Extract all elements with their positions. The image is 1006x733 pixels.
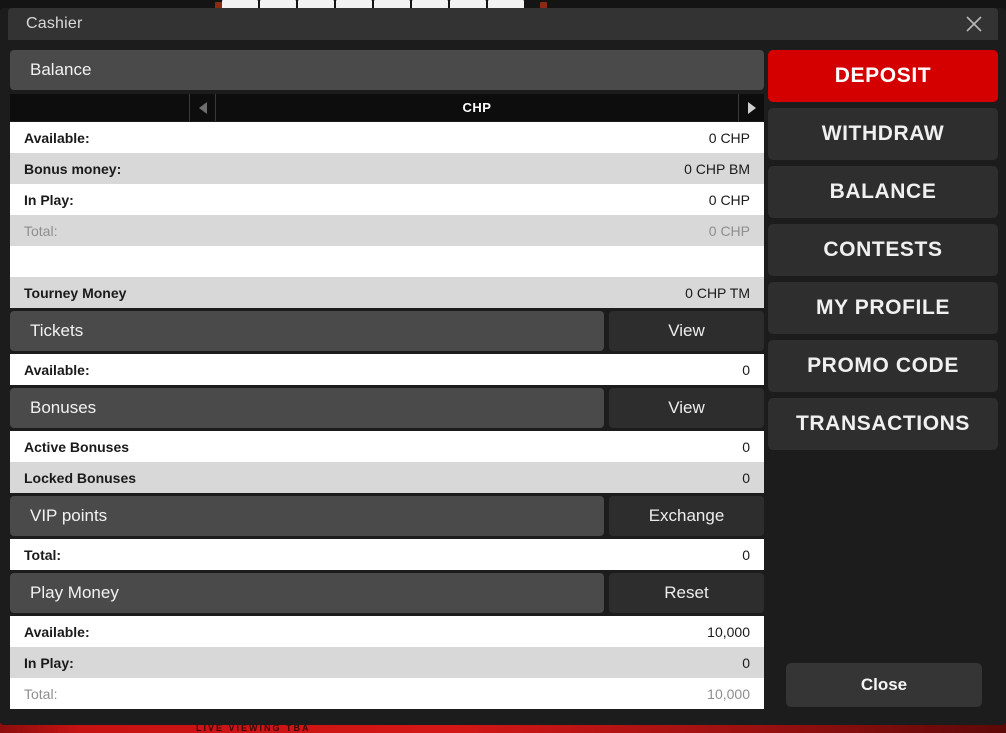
dialog-title: Cashier: [26, 15, 83, 32]
row-value: 0: [742, 361, 750, 378]
table-row: Available: 0: [10, 354, 764, 385]
cashier-sidebar: DEPOSIT WITHDRAW BALANCE CONTESTS MY PRO…: [768, 50, 998, 715]
row-label: Available:: [24, 129, 90, 146]
row-label: Active Bonuses: [24, 438, 130, 455]
play-money-rows: Available: 10,000 In Play: 0 Total: 10,0…: [10, 616, 764, 709]
section-header-play-money: Play Money Reset: [10, 573, 764, 613]
row-label: Bonus money:: [24, 160, 122, 177]
cashier-dialog: Cashier Balance CHP Available: 0 CHP Bon…: [0, 8, 1006, 725]
sidebar-item-contests[interactable]: CONTESTS: [768, 224, 998, 276]
sidebar-item-promo-code[interactable]: PROMO CODE: [768, 340, 998, 392]
row-label: Available:: [24, 623, 90, 640]
row-value: 0: [742, 438, 750, 455]
row-label: Total:: [24, 685, 58, 702]
row-value: 10,000: [707, 685, 750, 702]
dialog-body: Balance CHP Available: 0 CHP Bonus money…: [0, 40, 1006, 725]
sidebar-item-withdraw[interactable]: WITHDRAW: [768, 108, 998, 160]
table-row: Total: 0: [10, 539, 764, 570]
row-value: 0: [742, 654, 750, 671]
table-row: Available: 10,000: [10, 616, 764, 647]
table-row-spacer: [10, 246, 764, 277]
row-value: 10,000: [707, 623, 750, 640]
row-value: 0 CHP: [708, 222, 750, 239]
section-title-bonuses: Bonuses: [10, 388, 604, 428]
section-title-tickets: Tickets: [10, 311, 604, 351]
currency-selected-label: CHP: [216, 94, 738, 121]
row-label: Total:: [24, 546, 62, 563]
bonuses-view-button[interactable]: View: [609, 388, 764, 428]
table-row: In Play: 0 CHP: [10, 184, 764, 215]
sidebar-item-deposit[interactable]: DEPOSIT: [768, 50, 998, 102]
row-value: 0 CHP TM: [685, 284, 750, 301]
section-header-tickets: Tickets View: [10, 311, 764, 351]
triangle-left-icon: [198, 101, 207, 114]
row-value: 0 CHP: [708, 129, 750, 146]
sidebar-item-balance[interactable]: BALANCE: [768, 166, 998, 218]
row-value: 0 CHP BM: [684, 160, 750, 177]
row-value: 0: [742, 469, 750, 486]
vip-points-rows: Total: 0: [10, 539, 764, 570]
section-header-bonuses: Bonuses View: [10, 388, 764, 428]
section-header-balance: Balance: [10, 50, 764, 90]
close-x-icon[interactable]: [964, 14, 984, 34]
table-row: Locked Bonuses 0: [10, 462, 764, 493]
currency-selector[interactable]: CHP: [10, 94, 764, 121]
sidebar-item-my-profile[interactable]: MY PROFILE: [768, 282, 998, 334]
currency-selector-spacer: [10, 94, 190, 121]
row-label: In Play:: [24, 654, 74, 671]
table-row: Available: 0 CHP: [10, 122, 764, 153]
section-title-play-money: Play Money: [10, 573, 604, 613]
row-label: Total:: [24, 222, 58, 239]
vip-points-exchange-button[interactable]: Exchange: [609, 496, 764, 536]
tickets-view-button[interactable]: View: [609, 311, 764, 351]
tickets-rows: Available: 0: [10, 354, 764, 385]
table-row: Tourney Money 0 CHP TM: [10, 277, 764, 308]
table-row: Active Bonuses 0: [10, 431, 764, 462]
currency-next-button[interactable]: [738, 94, 764, 121]
section-header-vip-points: VIP points Exchange: [10, 496, 764, 536]
row-label: Available:: [24, 361, 90, 378]
row-value: 0 CHP: [708, 191, 750, 208]
table-row: Total: 0 CHP: [10, 215, 764, 246]
dialog-titlebar: Cashier: [8, 8, 998, 40]
balance-panel: Balance CHP Available: 0 CHP Bonus money…: [10, 50, 764, 715]
play-money-reset-button[interactable]: Reset: [609, 573, 764, 613]
row-label: In Play:: [24, 191, 74, 208]
balance-rows: Available: 0 CHP Bonus money: 0 CHP BM I…: [10, 122, 764, 308]
table-row: Bonus money: 0 CHP BM: [10, 153, 764, 184]
row-value: 0: [742, 546, 750, 563]
currency-prev-button[interactable]: [190, 94, 216, 121]
row-label: Tourney Money: [24, 284, 127, 301]
bonuses-rows: Active Bonuses 0 Locked Bonuses 0: [10, 431, 764, 493]
sidebar-item-transactions[interactable]: TRANSACTIONS: [768, 398, 998, 450]
section-title-vip-points: VIP points: [10, 496, 604, 536]
close-button[interactable]: Close: [786, 663, 982, 707]
table-row: In Play: 0: [10, 647, 764, 678]
table-row: Total: 10,000: [10, 678, 764, 709]
row-label: Locked Bonuses: [24, 469, 137, 486]
triangle-right-icon: [747, 101, 756, 114]
